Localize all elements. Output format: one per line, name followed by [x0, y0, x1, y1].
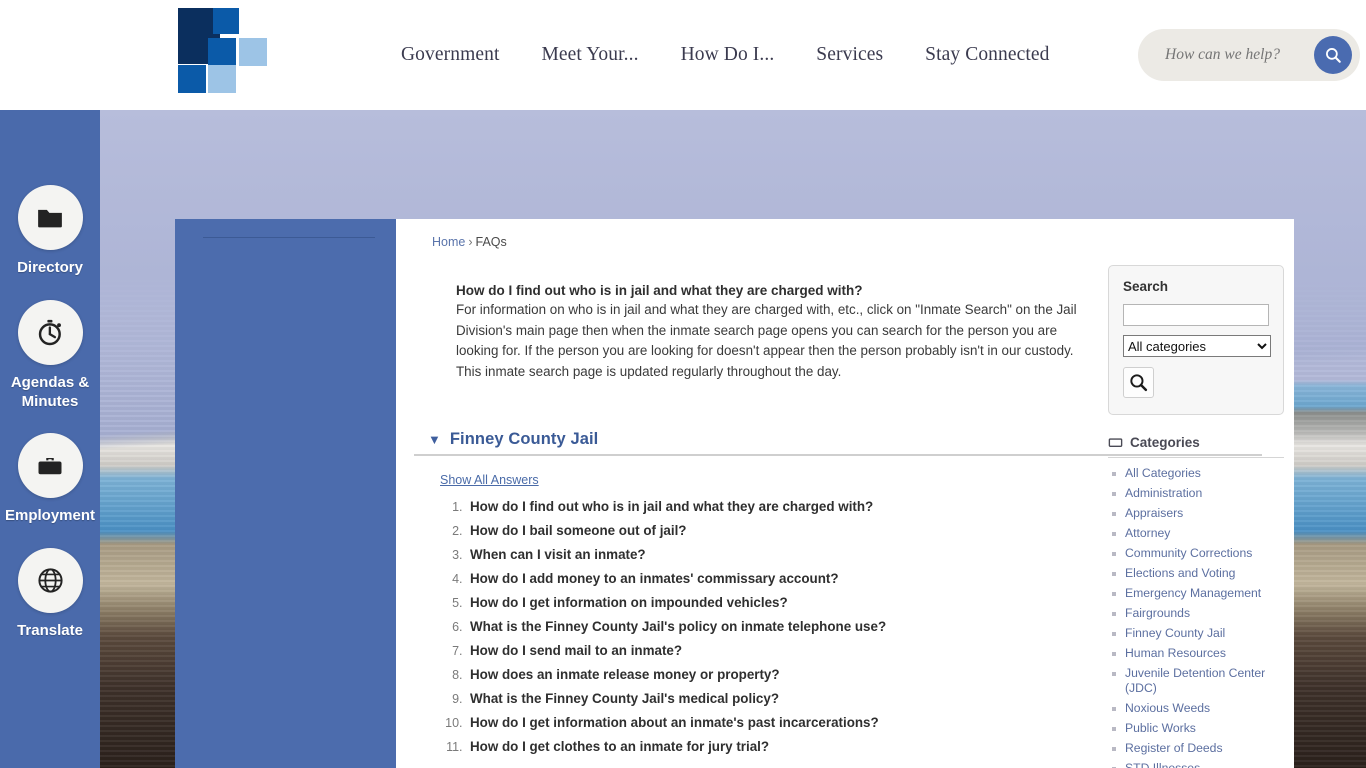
left-quicklinks-sidebar: Directory Agendas & Minutes Employment T… [0, 110, 100, 768]
sidebar-item-employment[interactable]: Employment [0, 433, 100, 526]
county-logo[interactable] [178, 8, 274, 96]
list-item[interactable]: All Categories [1108, 466, 1284, 481]
show-all-answers-link[interactable]: Show All Answers [440, 473, 539, 487]
list-item[interactable]: Noxious Weeds [1108, 701, 1284, 716]
header-search-box [1138, 29, 1360, 81]
sidebar-item-agendas-minutes[interactable]: Agendas & Minutes [0, 299, 100, 412]
nav-item-how-do-i[interactable]: How Do I... [660, 44, 796, 66]
faq-answer-body: For information on who is in jail and wh… [456, 302, 1077, 379]
briefcase-icon [38, 457, 62, 474]
sidebar-item-directory[interactable]: Directory [0, 185, 100, 278]
nav-item-services[interactable]: Services [795, 44, 904, 66]
search-icon [1130, 374, 1148, 392]
list-item[interactable]: Public Works [1108, 721, 1284, 736]
faq-link[interactable]: How do I bail someone out of jail? [470, 523, 687, 538]
logo-square-blue-bl [178, 65, 206, 93]
list-item[interactable]: Administration [1108, 486, 1284, 501]
search-icon [1326, 48, 1341, 63]
globe-icon [37, 568, 63, 593]
header-search-button[interactable] [1314, 36, 1352, 74]
list-item[interactable]: Register of Deeds [1108, 741, 1284, 756]
faq-search-title: Search [1123, 279, 1169, 294]
faq-search-widget: Search All categories [1108, 265, 1284, 415]
logo-square-blue-mid [208, 38, 236, 66]
categories-list: All Categories Administration Appraisers… [1108, 466, 1284, 768]
main-content-card: Home › FAQs How do I find out who is in ja… [396, 219, 1294, 768]
faq-link[interactable]: How do I get information on impounded ve… [470, 595, 788, 610]
faq-search-input[interactable] [1123, 304, 1269, 326]
sidebar-item-label: Employment [4, 507, 95, 525]
page-root: Government Meet Your... How Do I... Serv… [0, 0, 1366, 768]
list-item[interactable]: Finney County Jail [1108, 626, 1284, 641]
logo-square-blue-tr [213, 8, 239, 34]
list-item[interactable]: Appraisers [1108, 506, 1284, 521]
header-search-input[interactable] [1138, 46, 1298, 64]
faq-link[interactable]: How do I find out who is in jail and wha… [470, 499, 873, 514]
sidebar-icon-wrap [17, 185, 83, 250]
sidebar-item-label: Translate [17, 622, 83, 639]
folder-icon [38, 209, 62, 227]
breadcrumb-current: FAQs [475, 235, 507, 249]
list-item[interactable]: Human Resources [1108, 646, 1284, 661]
categories-title: Categories [1130, 435, 1200, 450]
faq-link[interactable]: What is the Finney County Jail's policy … [470, 619, 886, 634]
folder-outline-icon [1108, 438, 1123, 447]
nav-item-meet-your[interactable]: Meet Your... [520, 44, 659, 66]
list-item[interactable]: STD Illnesses [1108, 761, 1284, 768]
faq-link[interactable]: How do I send mail to an inmate? [470, 643, 682, 658]
stopwatch-icon [38, 319, 61, 345]
sidebar-icon-wrap [17, 299, 83, 365]
breadcrumb: Home › FAQs [414, 235, 1272, 249]
main-navigation: Government Meet Your... How Do I... Serv… [380, 0, 1071, 110]
faq-section-title: Finney County Jail [449, 430, 599, 448]
right-widget-column: Search All categories Categories All Cat… [1108, 265, 1284, 768]
faq-link[interactable]: How do I get clothes to an inmate for ju… [470, 739, 769, 754]
left-blue-panel [175, 219, 403, 768]
faq-link[interactable]: How does an inmate release money or prop… [470, 667, 780, 682]
sidebar-item-label: Directory [17, 259, 83, 276]
sidebar-icon-wrap [17, 548, 83, 613]
list-item[interactable]: Attorney [1108, 526, 1284, 541]
categories-header: Categories [1108, 435, 1284, 458]
nav-item-government[interactable]: Government [380, 44, 520, 66]
faq-link[interactable]: When can I visit an inmate? [470, 547, 646, 562]
list-item[interactable]: Community Corrections [1108, 546, 1284, 561]
panel-divider [203, 237, 375, 238]
nav-item-stay-connected[interactable]: Stay Connected [904, 44, 1070, 66]
breadcrumb-home-link[interactable]: Home [432, 235, 465, 249]
list-item[interactable]: Juvenile Detention Center (JDC) [1108, 666, 1284, 696]
sidebar-item-translate[interactable]: Translate [0, 548, 100, 641]
sidebar-item-label: Agendas & Minutes [10, 373, 90, 410]
faq-search-submit-button[interactable] [1123, 367, 1154, 398]
faq-category-select[interactable]: All categories [1123, 335, 1271, 357]
logo-square-lightblue-mid [239, 38, 267, 66]
faq-link[interactable]: How do I get information about an inmate… [470, 715, 879, 730]
logo-square-lightblue-bl [208, 65, 236, 93]
chevron-down-icon[interactable]: ▼ [428, 433, 441, 446]
list-item[interactable]: Elections and Voting [1108, 566, 1284, 581]
breadcrumb-separator: › [468, 235, 473, 249]
faq-link[interactable]: What is the Finney County Jail's medical… [470, 691, 779, 706]
list-item[interactable]: Emergency Management [1108, 586, 1284, 601]
faq-link[interactable]: How do I add money to an inmates' commis… [470, 571, 839, 586]
list-item[interactable]: Fairgrounds [1108, 606, 1284, 621]
site-header: Government Meet Your... How Do I... Serv… [0, 0, 1366, 110]
sidebar-icon-wrap [17, 433, 83, 499]
